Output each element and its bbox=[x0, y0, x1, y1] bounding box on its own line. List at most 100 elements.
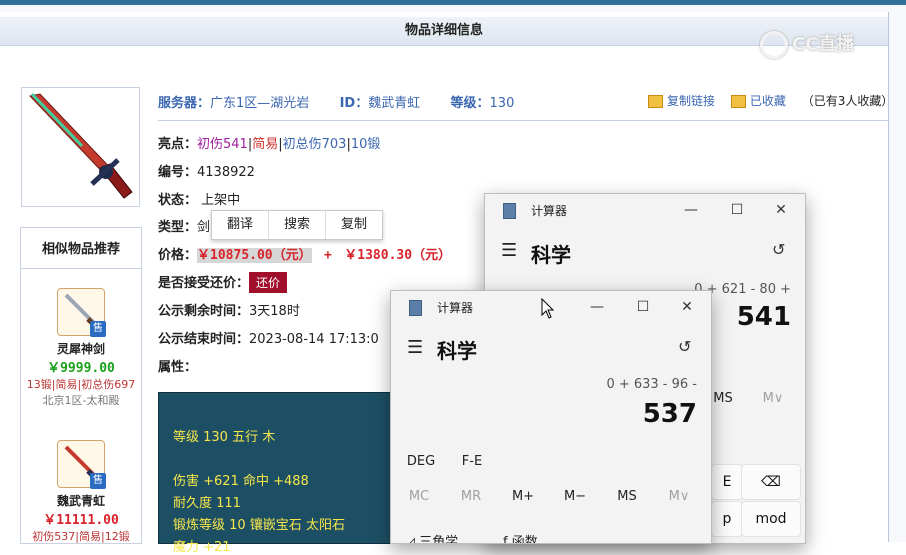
function-icon: ƒ bbox=[503, 535, 512, 544]
end-value: 2023-08-14 17:13:0 bbox=[249, 332, 379, 347]
copy-link-icon bbox=[648, 95, 663, 108]
sword-icon: 售 bbox=[57, 288, 106, 337]
status-value: 上架中 bbox=[201, 193, 241, 208]
mouse-cursor-icon bbox=[541, 298, 555, 319]
calculator-icon bbox=[503, 203, 516, 219]
attr-row: 属性： bbox=[158, 356, 197, 375]
close-button[interactable]: ✕ bbox=[667, 295, 707, 319]
bargain-row: 是否接受还价： 还价 bbox=[158, 272, 288, 293]
price-main[interactable]: ￥10875.00（元） bbox=[197, 248, 312, 263]
price-row: 价格：￥10875.00（元） + ￥1380.30（元） bbox=[158, 244, 451, 263]
ms-button[interactable]: MS bbox=[615, 489, 639, 504]
similar-item[interactable]: 售 魏武青虹 ￥11111.00 初伤537|简易|12锻 bbox=[21, 440, 141, 544]
m-plus-button[interactable]: M+ bbox=[511, 489, 535, 504]
attr-label: 属性： bbox=[158, 360, 198, 375]
favorite-count: （已有3人收藏） bbox=[801, 94, 894, 108]
menu-search[interactable]: 搜索 bbox=[269, 211, 326, 239]
similar-name: 灵犀神剑 bbox=[56, 342, 105, 356]
similar-server: 北京1区-太和殿 bbox=[42, 394, 120, 407]
history-icon[interactable]: ↺ bbox=[678, 337, 691, 356]
end-row: 公示结束时间：2023-08-14 17:13:0 bbox=[158, 328, 379, 347]
remaining-row: 公示剩余时间：3天18时 bbox=[158, 300, 300, 319]
highlight-tag: 10锻 bbox=[350, 137, 381, 152]
window-title: 计算器 bbox=[437, 301, 474, 315]
highlight-tag: 简易 bbox=[252, 137, 279, 152]
remaining-value: 3天18时 bbox=[249, 304, 300, 319]
highlights-label: 亮点： bbox=[158, 137, 198, 152]
key-e[interactable]: E bbox=[711, 464, 743, 500]
bargain-label: 是否接受还价： bbox=[158, 276, 250, 291]
minimize-button[interactable]: — bbox=[577, 295, 617, 319]
type-label: 类型： bbox=[158, 220, 198, 235]
function-label: 函数 bbox=[511, 535, 538, 544]
close-button[interactable]: ✕ bbox=[761, 198, 801, 222]
maximize-button[interactable]: ☐ bbox=[717, 198, 757, 222]
mr-button[interactable]: MR bbox=[459, 489, 483, 504]
sword-icon bbox=[29, 92, 133, 199]
function-dropdown[interactable]: ƒ 函数 ⌄ bbox=[503, 531, 575, 544]
favorited-button[interactable]: 已收藏 bbox=[750, 94, 786, 108]
bargain-button[interactable]: 还价 bbox=[249, 272, 288, 293]
calculator-window-front[interactable]: 计算器 — ☐ ✕ ☰ 科学 ↺ 0 + 633 - 96 - 537 DEG … bbox=[390, 290, 712, 544]
history-icon[interactable]: ↺ bbox=[772, 240, 785, 259]
title-bar[interactable]: 计算器 — ☐ ✕ bbox=[485, 194, 805, 226]
maximize-button[interactable]: ☐ bbox=[623, 295, 663, 319]
status-label: 状态： bbox=[158, 193, 198, 208]
divider bbox=[158, 120, 888, 121]
similar-price: ￥11111.00 bbox=[43, 513, 119, 528]
price-label: 价格： bbox=[158, 248, 198, 263]
memory-list-button[interactable]: M∨ bbox=[667, 489, 691, 504]
highlights-row: 亮点：初伤541|简易|初总伤703|10锻 bbox=[158, 137, 381, 152]
deg-button[interactable]: DEG bbox=[405, 454, 437, 469]
id-label: ID： bbox=[339, 96, 369, 111]
similar-title: 相似物品推荐 bbox=[21, 228, 141, 269]
ms-button[interactable]: MS bbox=[711, 391, 735, 406]
menu-translate[interactable]: 翻译 bbox=[212, 211, 269, 239]
highlight-tag: 初总伤703 bbox=[282, 137, 347, 152]
menu-icon[interactable]: ☰ bbox=[501, 240, 517, 261]
attr-line: 魔力 +21 bbox=[173, 540, 231, 555]
similar-item[interactable]: 售 灵犀神剑 ￥9999.00 13锻|简易|初总伤697 北京1区-太和殿 bbox=[21, 288, 141, 408]
sell-badge: 售 bbox=[90, 321, 106, 337]
sell-badge: 售 bbox=[90, 473, 106, 489]
minimize-button[interactable]: — bbox=[671, 198, 711, 222]
mode-title: 科学 bbox=[531, 243, 571, 267]
menu-icon[interactable]: ☰ bbox=[407, 337, 423, 358]
result: 541 bbox=[736, 302, 791, 332]
mod-key[interactable]: mod bbox=[741, 501, 801, 537]
backspace-key[interactable]: ⌫ bbox=[741, 464, 801, 500]
server-label: 服务器： bbox=[158, 96, 211, 111]
memory-list-button[interactable]: M∨ bbox=[761, 391, 785, 406]
similar-name: 魏武青虹 bbox=[56, 494, 105, 508]
expression: 0 + 633 - 96 - bbox=[606, 377, 697, 392]
fe-button[interactable]: F-E bbox=[459, 454, 485, 469]
price-extra: ￥1380.30（元） bbox=[344, 248, 452, 263]
watermark-icon bbox=[760, 31, 788, 59]
attr-line: 锻炼等级 10 镶嵌宝石 太阳石 bbox=[173, 518, 345, 533]
m-minus-button[interactable]: M− bbox=[563, 489, 587, 504]
level-value: 130 bbox=[489, 96, 515, 111]
window-title: 计算器 bbox=[531, 204, 568, 218]
remaining-label: 公示剩余时间： bbox=[158, 304, 250, 319]
copy-link-button[interactable]: 复制链接 bbox=[667, 94, 715, 108]
attributes-box: 等级 130 五行 木 伤害 +621 命中 +488 耐久度 111 锻炼等级… bbox=[158, 392, 400, 555]
price-plus: + bbox=[324, 248, 332, 263]
attr-line: 等级 130 五行 木 bbox=[173, 430, 276, 445]
calculator-icon bbox=[409, 300, 422, 316]
trig-label: 三角学 bbox=[419, 535, 459, 544]
attr-line: 耐久度 111 bbox=[173, 496, 241, 511]
menu-copy[interactable]: 复制 bbox=[326, 211, 382, 239]
highlight-tag: 初伤541 bbox=[197, 137, 248, 152]
item-info-line: 服务器：广东1区—湖光岩 ID：魏武青虹 等级：130 bbox=[158, 92, 514, 111]
number-row: 编号：4138922 bbox=[158, 161, 255, 180]
status-row: 状态： 上架中 bbox=[158, 189, 240, 208]
triangle-icon: ◿ bbox=[405, 535, 420, 544]
favorite-icon bbox=[730, 95, 746, 108]
id-value: 魏武青虹 bbox=[368, 96, 421, 111]
mc-button[interactable]: MC bbox=[407, 489, 431, 504]
server-value: 广东1区—湖光岩 bbox=[210, 96, 310, 111]
trig-dropdown[interactable]: ◿ 三角学 ⌄ bbox=[405, 531, 483, 544]
key-exp[interactable]: p bbox=[711, 501, 743, 537]
similar-tags: 13锻|简易|初总伤697 bbox=[26, 378, 136, 391]
result: 537 bbox=[642, 399, 697, 429]
